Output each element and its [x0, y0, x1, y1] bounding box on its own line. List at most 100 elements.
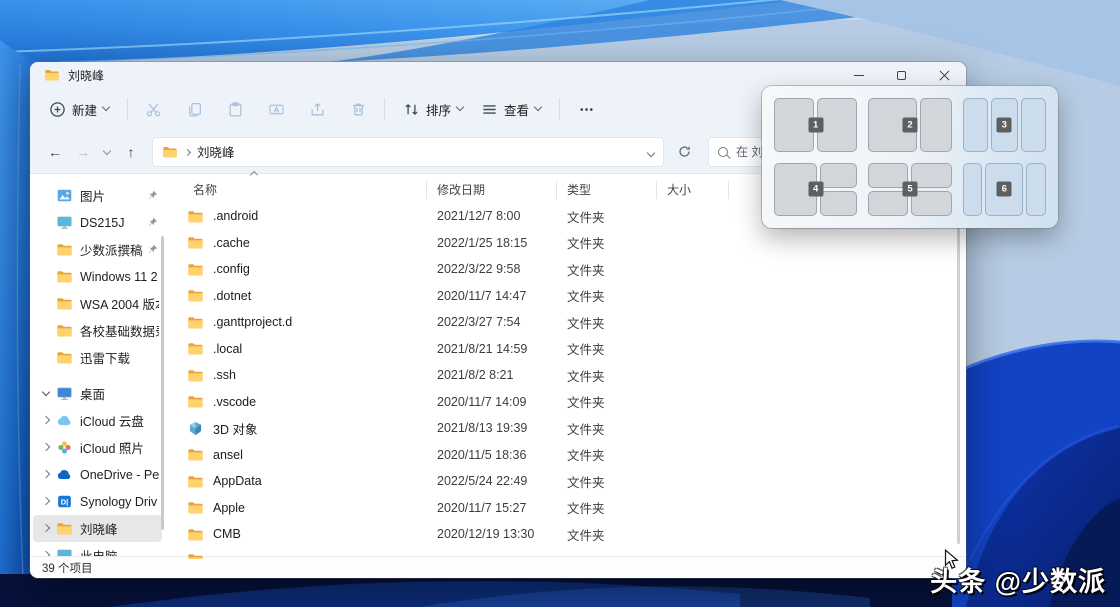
snap-zone[interactable] [1026, 163, 1046, 217]
sidebar-item-label: Windows 11 2 [80, 270, 159, 284]
snap-layout-option-1[interactable]: 1 [774, 98, 857, 152]
column-header-size[interactable]: 大小 [657, 181, 729, 199]
file-name: Apple [213, 501, 427, 515]
snap-zone[interactable] [820, 191, 857, 216]
titlebar[interactable]: 刘晓峰 [30, 62, 966, 88]
snap-zone[interactable] [911, 191, 951, 216]
chevron-right-icon[interactable] [39, 413, 54, 428]
sidebar-item[interactable]: Windows 11 2 [33, 263, 162, 290]
breadcrumb-folder-icon [162, 144, 178, 160]
file-row-partial[interactable] [165, 548, 966, 559]
file-row[interactable]: .ganttproject.d2022/3/27 7:54文件夹 [165, 309, 966, 336]
snap-zone[interactable] [1021, 98, 1046, 152]
folder-icon [187, 393, 204, 410]
snap-zone[interactable] [820, 163, 857, 188]
cut-button[interactable] [137, 95, 170, 124]
forward-button[interactable]: → [70, 138, 96, 166]
snap-zone[interactable] [963, 98, 988, 152]
file-row[interactable]: .local2021/8/21 14:59文件夹 [165, 336, 966, 363]
file-name: CMB [213, 527, 427, 541]
folder-icon [187, 340, 204, 357]
snap-zone[interactable] [817, 98, 857, 152]
view-button[interactable]: 查看 [472, 94, 550, 125]
sidebar-item[interactable]: 各校基础数据录 [33, 317, 162, 344]
paste-button[interactable] [219, 95, 252, 124]
folder-icon [187, 208, 204, 225]
sidebar-item[interactable]: OneDrive - Pe [33, 461, 162, 488]
snap-layout-option-6[interactable]: 6 [963, 163, 1046, 217]
sidebar-item[interactable]: 刘晓峰 [33, 515, 162, 542]
breadcrumb[interactable]: 刘晓峰 [152, 137, 664, 167]
sidebar-scrollbar[interactable] [161, 236, 164, 530]
back-button[interactable]: ← [42, 138, 68, 166]
chevron-right-icon[interactable] [39, 548, 54, 556]
chevron-right-icon[interactable] [39, 494, 54, 509]
file-row[interactable]: ansel2020/11/5 18:36文件夹 [165, 442, 966, 469]
file-name: .local [213, 342, 427, 356]
file-row[interactable]: .ssh2021/8/2 8:21文件夹 [165, 362, 966, 389]
file-row[interactable]: .config2022/3/22 9:58文件夹 [165, 256, 966, 283]
column-header-name[interactable]: 名称 [165, 181, 427, 199]
snap-layouts-flyout: 1 2 3 456 [762, 86, 1058, 228]
folder-icon [187, 287, 204, 304]
snap-zone[interactable] [920, 98, 952, 152]
sort-button[interactable]: 排序 [394, 94, 472, 125]
file-row[interactable]: .cache2022/1/25 18:15文件夹 [165, 230, 966, 257]
chevron-right-icon[interactable] [39, 440, 54, 455]
file-row[interactable]: .dotnet2020/11/7 14:47文件夹 [165, 283, 966, 310]
snap-zone[interactable] [963, 163, 983, 217]
sidebar-item[interactable]: D|Synology Driv [33, 488, 162, 515]
sidebar-item[interactable]: 桌面 [33, 380, 162, 407]
chevron-right-icon[interactable] [39, 467, 54, 482]
plus-circle-icon [49, 101, 66, 118]
maximize-button[interactable] [880, 62, 923, 88]
snap-layout-badge: 1 [808, 117, 823, 132]
minimize-button[interactable] [837, 62, 880, 88]
file-row[interactable]: Apple2020/11/7 15:27文件夹 [165, 495, 966, 522]
snap-zone[interactable] [911, 163, 951, 188]
new-button[interactable]: 新建 [40, 94, 118, 125]
sidebar-item[interactable]: iCloud 照片 [33, 434, 162, 461]
column-header-date[interactable]: 修改日期 [427, 181, 557, 199]
recent-locations-button[interactable] [98, 150, 116, 154]
cut-icon [145, 101, 162, 118]
snap-layout-option-3[interactable]: 3 [963, 98, 1046, 152]
share-button[interactable] [301, 95, 334, 124]
more-button[interactable] [569, 95, 604, 124]
snap-layout-option-4[interactable]: 4 [774, 163, 857, 217]
sidebar-item[interactable]: WSA 2004 版本 [33, 290, 162, 317]
refresh-button[interactable] [670, 138, 698, 166]
sidebar-item[interactable]: iCloud 云盘 [33, 407, 162, 434]
snap-layout-option-2[interactable]: 2 [868, 98, 951, 152]
column-header-type[interactable]: 类型 [557, 181, 657, 199]
sidebar-item[interactable]: 少数派撰稿 [33, 236, 162, 263]
rename-button[interactable] [260, 95, 293, 124]
file-type: 文件夹 [557, 392, 657, 411]
sidebar-item[interactable]: 迅雷下载 [33, 344, 162, 371]
toolbar-divider [384, 98, 385, 120]
breadcrumb-item[interactable]: 刘晓峰 [197, 142, 235, 161]
maximize-icon [897, 71, 906, 80]
file-row[interactable]: .vscode2020/11/7 14:09文件夹 [165, 389, 966, 416]
status-bar: 39 个项目 [30, 556, 966, 578]
address-dropdown-button[interactable] [648, 145, 654, 159]
file-row[interactable]: CMB2020/12/19 13:30文件夹 [165, 521, 966, 548]
chevron-down-icon[interactable] [39, 386, 54, 401]
folder-icon [56, 520, 73, 537]
up-button[interactable]: ↑ [118, 138, 144, 166]
snap-layout-badge: 2 [902, 117, 917, 132]
delete-button[interactable] [342, 95, 375, 124]
folder-icon [187, 367, 204, 384]
snap-layout-option-5[interactable]: 5 [868, 163, 951, 217]
chevron-right-icon[interactable] [39, 521, 54, 536]
sidebar-item[interactable]: 此电脑 [33, 542, 162, 556]
file-row[interactable]: 3D 对象2021/8/13 19:39文件夹 [165, 415, 966, 442]
sidebar-item[interactable]: DS215J [33, 209, 162, 236]
close-button[interactable] [923, 62, 966, 88]
copy-button[interactable] [178, 95, 211, 124]
sidebar-item-label: iCloud 云盘 [80, 411, 159, 430]
file-list-scrollbar[interactable] [957, 208, 960, 544]
file-date: 2022/1/25 18:15 [427, 236, 557, 250]
sidebar-item[interactable]: 图片 [33, 182, 162, 209]
file-row[interactable]: AppData2022/5/24 22:49文件夹 [165, 468, 966, 495]
